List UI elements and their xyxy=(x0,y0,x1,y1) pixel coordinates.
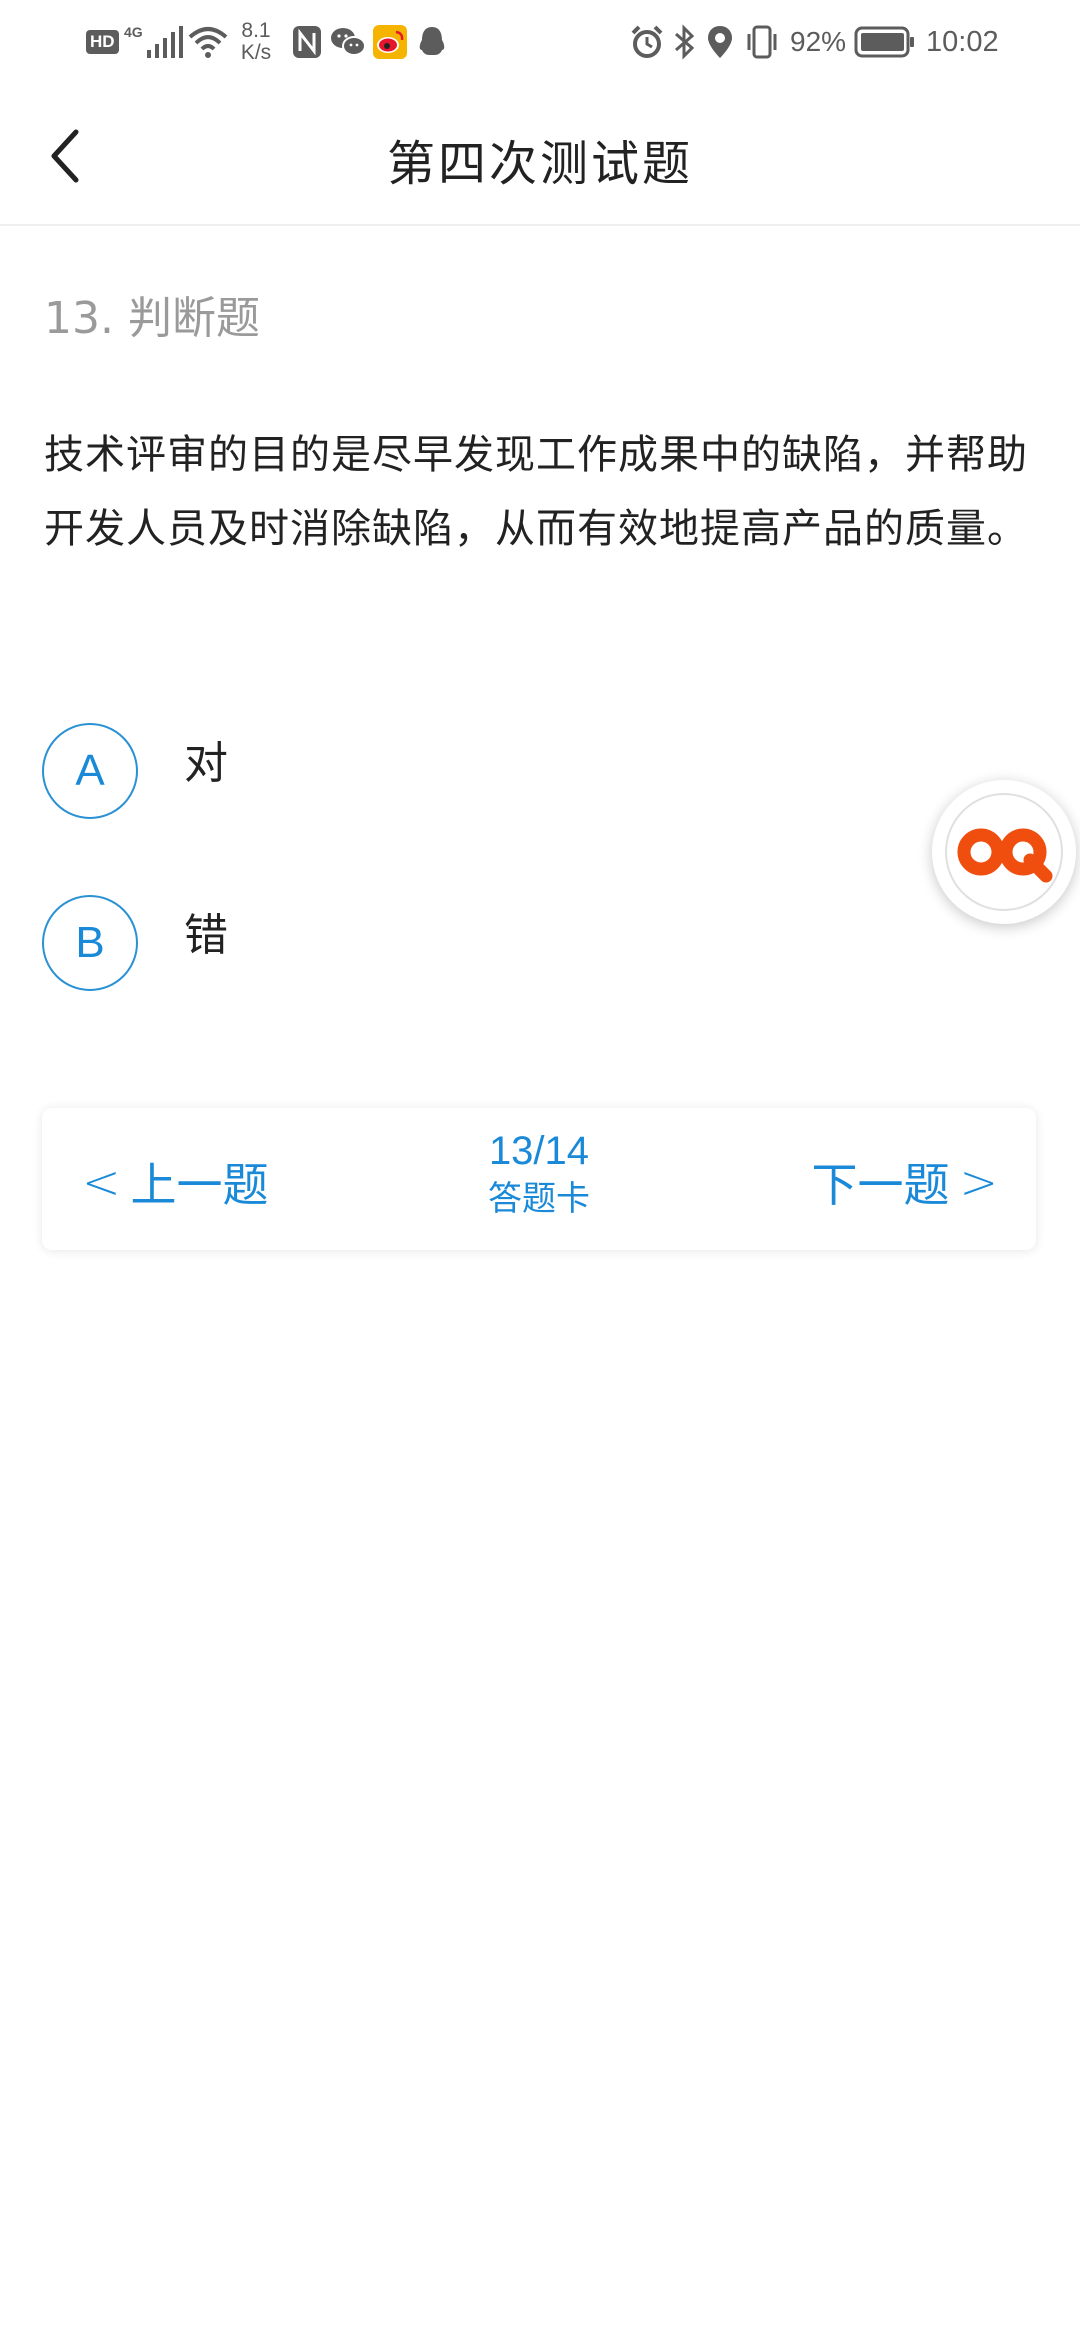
vibrate-icon xyxy=(744,0,780,84)
status-bar: HD 4G 8.1 K/s 92% 10:02 xyxy=(0,0,1080,84)
option-a[interactable]: A 对 xyxy=(42,723,742,823)
option-b[interactable]: B 错 xyxy=(42,895,742,995)
wifi-icon xyxy=(188,0,228,84)
option-letter-circle: B xyxy=(42,895,138,991)
location-icon xyxy=(706,0,734,84)
wechat-icon xyxy=(330,0,366,84)
option-letter-circle: A xyxy=(42,723,138,819)
question-text: 技术评审的目的是尽早发现工作成果中的缺陷，并帮助开发人员及时消除缺陷，从而有效地… xyxy=(44,432,1028,552)
clock: 10:02 xyxy=(926,25,999,58)
prev-question-label: 上一题 xyxy=(130,1158,269,1212)
infinity-logo-icon xyxy=(945,793,1063,911)
nfc-icon xyxy=(292,0,322,84)
question-counter: 13/14 xyxy=(488,1129,590,1173)
chevron-right-icon: > xyxy=(959,1155,998,1209)
prev-question-button[interactable]: < 上一题 xyxy=(82,1152,269,1212)
battery-icon xyxy=(854,0,916,84)
weibo-icon xyxy=(372,0,408,84)
signal-icon: 4G xyxy=(124,0,185,84)
bluetooth-icon xyxy=(672,0,696,84)
page-title: 第四次测试题 xyxy=(386,136,693,192)
option-text: 对 xyxy=(184,738,228,789)
answer-card-label: 答题卡 xyxy=(488,1179,590,1219)
floating-assistant-button[interactable] xyxy=(932,780,1076,924)
quiz-page: HD 4G 8.1 K/s 92% 10:02 第四次测试题 13. 判断题 技… xyxy=(0,0,1080,2340)
next-question-button[interactable]: 下一题 > xyxy=(811,1152,998,1212)
network-speed-value: 8.1 xyxy=(241,19,271,42)
network-type-label: 4G xyxy=(124,24,143,40)
app-header: 第四次测试题 xyxy=(0,84,1080,226)
network-speed-unit: K/s xyxy=(240,41,272,64)
battery-percent: 92% xyxy=(790,26,847,57)
option-text: 错 xyxy=(184,910,228,961)
hd-icon: HD xyxy=(86,0,119,84)
answer-card-button[interactable]: 13/14 答题卡 xyxy=(389,1126,689,1222)
question-nav-bar: < 上一题 13/14 答题卡 下一题 > xyxy=(42,1108,1036,1250)
chevron-left-icon: < xyxy=(82,1155,121,1209)
network-speed: 8.1 K/s xyxy=(236,0,276,84)
next-question-label: 下一题 xyxy=(811,1158,950,1212)
question-type-label: 13. 判断题 xyxy=(44,293,260,344)
qq-icon xyxy=(416,0,448,84)
alarm-icon xyxy=(630,0,664,84)
